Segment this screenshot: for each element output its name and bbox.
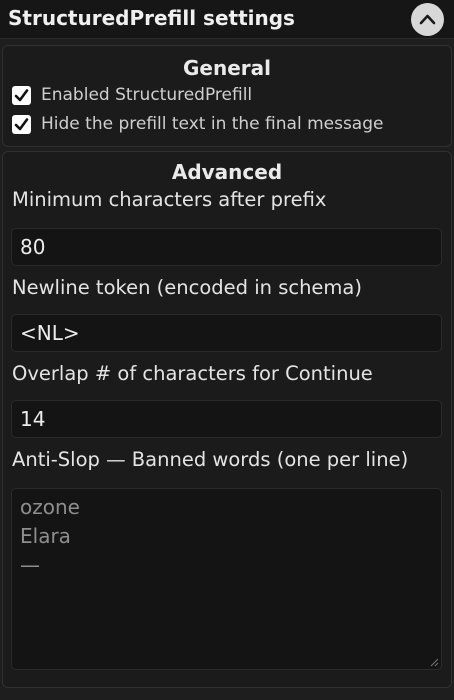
advanced-section-title: Advanced xyxy=(171,160,283,184)
banned-word-line: — xyxy=(20,553,40,577)
banned-word-line: Elara xyxy=(20,524,71,548)
collapse-button[interactable] xyxy=(411,3,444,36)
overlap-chars-label: Overlap # of characters for Continue xyxy=(12,362,373,385)
general-section-title: General xyxy=(183,56,271,80)
anti-slop-label: Anti-Slop — Banned words (one per line) xyxy=(12,448,409,471)
checkmark-icon xyxy=(14,88,29,101)
general-section: General Enabled StructuredPrefill Hide t… xyxy=(2,45,452,147)
drawer-title: StructuredPrefill settings xyxy=(8,6,295,30)
structuredprefill-settings-drawer: StructuredPrefill settings General Enabl… xyxy=(0,0,454,700)
resize-grip-icon[interactable] xyxy=(430,658,439,667)
hide-prefill-checkbox[interactable] xyxy=(12,114,31,134)
enabled-checkbox[interactable] xyxy=(12,85,31,105)
enabled-checkbox-row[interactable]: Enabled StructuredPrefill xyxy=(12,84,252,106)
advanced-section: Advanced Minimum characters after prefix… xyxy=(2,151,452,688)
drawer-header[interactable]: StructuredPrefill settings xyxy=(0,0,454,39)
newline-token-input[interactable]: <NL> xyxy=(11,314,442,352)
overlap-chars-input[interactable]: 14 xyxy=(11,400,442,438)
chevron-up-icon xyxy=(419,14,436,25)
hide-prefill-checkbox-label: Hide the prefill text in the final messa… xyxy=(41,114,384,134)
anti-slop-textarea[interactable]: ozone Elara — xyxy=(11,488,442,670)
min-chars-input[interactable]: 80 xyxy=(11,228,442,266)
newline-token-label: Newline token (encoded in schema) xyxy=(12,276,362,299)
banned-word-line: ozone xyxy=(20,495,80,519)
enabled-checkbox-label: Enabled StructuredPrefill xyxy=(41,85,253,105)
min-chars-label: Minimum characters after prefix xyxy=(12,188,327,211)
checkmark-icon xyxy=(14,117,29,130)
hide-prefill-checkbox-row[interactable]: Hide the prefill text in the final messa… xyxy=(12,113,383,135)
